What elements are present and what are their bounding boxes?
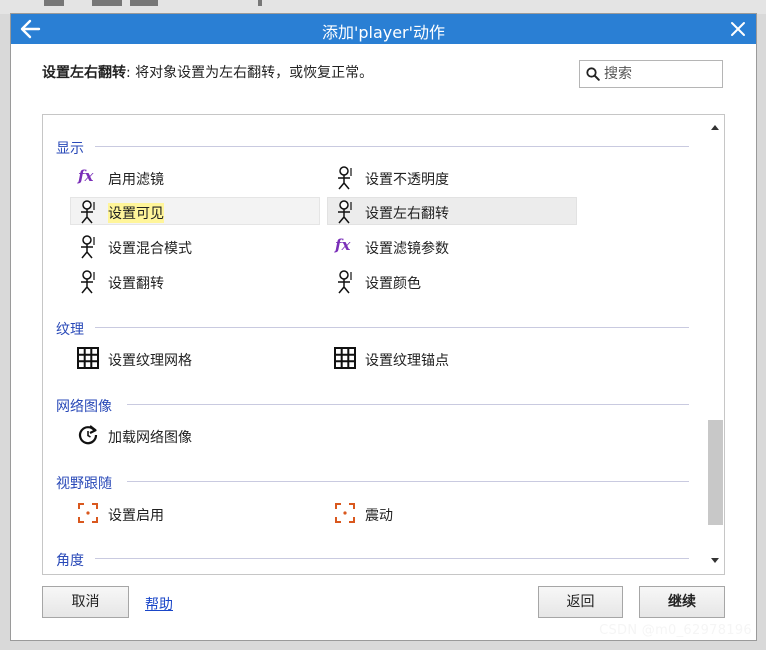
dialog-title: 添加'player'动作 <box>321 23 446 42</box>
section-title-texture: 纹理 <box>56 322 84 338</box>
action-item-label: 设置启用 <box>108 508 164 524</box>
action-item-set-blend-mode[interactable]: 设置混合模式 <box>70 232 320 260</box>
help-link[interactable]: 帮助 <box>145 594 173 614</box>
watermark: CSDN @m0_62978196 <box>599 623 752 638</box>
action-item-enable-filter[interactable]: fx 启用滤镜 <box>70 163 320 191</box>
action-item-set-texture-grid[interactable]: 设置纹理网格 <box>70 344 320 372</box>
action-item-set-color[interactable]: 设置颜色 <box>327 267 577 295</box>
action-item-label: 启用滤镜 <box>108 172 164 188</box>
action-item-set-visible[interactable]: 设置可见 <box>70 197 320 225</box>
scroll-down-icon[interactable] <box>710 557 720 565</box>
section-divider <box>95 558 689 559</box>
action-item-label: 设置颜色 <box>365 276 421 292</box>
action-item-load-network-image[interactable]: 加载网络图像 <box>70 421 320 449</box>
action-item-label: 设置可见 <box>108 203 164 223</box>
section-title-display: 显示 <box>56 141 84 157</box>
sprite-figure-icon <box>77 235 99 259</box>
grid-icon <box>334 347 356 369</box>
section-divider <box>95 146 689 147</box>
fx-icon: fx <box>78 167 94 185</box>
sprite-figure-icon <box>334 166 356 190</box>
section-divider <box>95 327 689 328</box>
action-name: 设置左右翻转 <box>42 65 126 81</box>
action-item-set-enabled[interactable]: 设置启用 <box>70 499 320 527</box>
vertical-scrollbar[interactable] <box>706 115 724 574</box>
search-box[interactable] <box>579 60 723 88</box>
grid-icon <box>77 347 99 369</box>
action-description: 设置左右翻转: 将对象设置为左右翻转，或恢复正常。 <box>42 62 373 82</box>
action-item-set-flip-horizontal[interactable]: 设置左右翻转 <box>327 197 577 225</box>
action-item-label: 设置不透明度 <box>365 172 449 188</box>
action-item-shake[interactable]: 震动 <box>327 499 577 527</box>
action-item-set-flip[interactable]: 设置翻转 <box>70 267 320 295</box>
section-title-network-image: 网络图像 <box>56 399 112 415</box>
action-item-label: 设置混合模式 <box>108 241 192 257</box>
action-item-label: 设置翻转 <box>108 276 164 292</box>
sprite-figure-icon <box>334 270 356 294</box>
reload-icon <box>77 424 99 446</box>
background-window-strip <box>0 0 766 14</box>
sprite-figure-icon <box>77 270 99 294</box>
scrollbar-thumb[interactable] <box>708 420 723 525</box>
section-divider <box>127 404 689 405</box>
fx-icon: fx <box>335 236 351 254</box>
action-item-label: 设置纹理锚点 <box>365 353 449 369</box>
search-input[interactable] <box>604 64 716 84</box>
sprite-figure-icon <box>77 200 99 224</box>
section-divider <box>127 481 689 482</box>
section-title-angle: 角度 <box>56 553 84 569</box>
search-icon <box>586 67 600 81</box>
action-description-text: : 将对象设置为左右翻转，或恢复正常。 <box>126 65 374 81</box>
action-item-label: 震动 <box>365 508 393 524</box>
back-button[interactable]: 返回 <box>538 586 623 618</box>
cancel-button[interactable]: 取消 <box>42 586 129 618</box>
focus-frame-icon <box>334 502 356 524</box>
action-item-label: 设置纹理网格 <box>108 353 192 369</box>
action-item-label: 设置左右翻转 <box>365 206 449 222</box>
action-item-set-opacity[interactable]: 设置不透明度 <box>327 163 577 191</box>
focus-frame-icon <box>77 502 99 524</box>
action-list-panel: 显示 fx 启用滤镜 设置不透明度 设置可见 设置左右翻转 设置混合模式 fx … <box>42 114 725 575</box>
sprite-figure-icon <box>334 200 356 224</box>
section-title-camera-follow: 视野跟随 <box>56 476 112 492</box>
add-action-dialog: 添加'player'动作 设置左右翻转: 将对象设置为左右翻转，或恢复正常。 显… <box>10 13 757 641</box>
scroll-up-icon[interactable] <box>710 123 720 131</box>
action-item-label: 加载网络图像 <box>108 430 192 446</box>
dialog-titlebar: 添加'player'动作 <box>11 14 756 44</box>
close-icon[interactable] <box>726 17 750 41</box>
continue-button[interactable]: 继续 <box>639 586 725 618</box>
action-item-set-texture-anchor[interactable]: 设置纹理锚点 <box>327 344 577 372</box>
action-item-set-filter-param[interactable]: fx 设置滤镜参数 <box>327 232 577 260</box>
action-item-label: 设置滤镜参数 <box>365 241 449 257</box>
